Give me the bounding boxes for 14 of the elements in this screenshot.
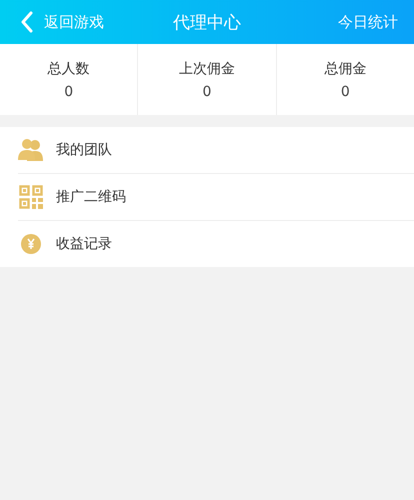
- stat-value: 0: [202, 84, 212, 100]
- back-icon: [20, 11, 34, 33]
- menu-item[interactable]: 推广二维码: [18, 173, 414, 220]
- people-icon: [18, 138, 44, 162]
- stat-value: 0: [64, 84, 74, 100]
- stat-label: 总佣金: [324, 60, 366, 78]
- page-title: 代理中心: [173, 12, 241, 34]
- qr-code-icon: [18, 185, 44, 209]
- coin-icon: [18, 233, 44, 255]
- stat-label: 总人数: [48, 60, 90, 78]
- stat-label: 上次佣金: [178, 60, 235, 78]
- stat-value: 0: [340, 84, 350, 100]
- menu-item[interactable]: 收益记录: [18, 220, 414, 267]
- menu-item[interactable]: 我的团队: [18, 127, 414, 173]
